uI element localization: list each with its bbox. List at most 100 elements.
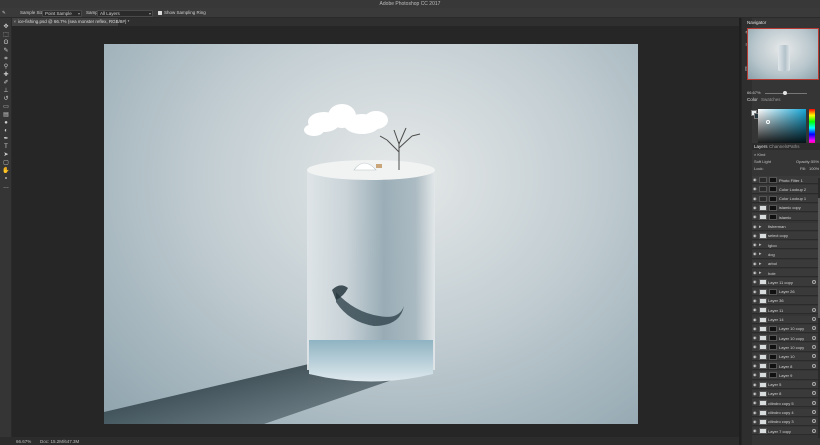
blend-mode-dropdown[interactable]: Soft Light <box>754 159 771 164</box>
layer-mask-thumbnail[interactable] <box>769 325 777 332</box>
visibility-eye-icon[interactable]: ◉ <box>753 400 757 405</box>
layer-thumbnail[interactable] <box>759 363 767 369</box>
layer-effects-icon[interactable] <box>812 400 816 405</box>
layer-effects-icon[interactable] <box>812 335 816 340</box>
hue-slider[interactable] <box>809 109 815 147</box>
layer-effects-icon[interactable] <box>812 419 816 424</box>
tab-swatches[interactable]: Swatches <box>761 97 781 102</box>
layer-row[interactable]: ◉ Photo Filter 1 <box>752 176 820 185</box>
layer-row[interactable]: ◉ Layer 11 <box>752 306 820 315</box>
layer-row[interactable]: ◉ Layer 14 <box>752 315 820 324</box>
visibility-eye-icon[interactable]: ◉ <box>753 279 757 284</box>
visibility-eye-icon[interactable]: ◉ <box>753 186 757 191</box>
visibility-eye-icon[interactable]: ◉ <box>753 270 757 275</box>
quick-select-icon[interactable]: ✎ <box>2 48 10 55</box>
sample-dropdown[interactable]: All Layers <box>97 9 153 17</box>
layer-mask-thumbnail[interactable] <box>769 204 777 211</box>
type-icon[interactable]: T <box>2 144 10 151</box>
visibility-eye-icon[interactable]: ◉ <box>753 363 757 368</box>
layer-mask-thumbnail[interactable] <box>769 177 777 183</box>
navigator-zoom-value[interactable]: 66.67% <box>747 90 761 95</box>
folder-icon[interactable]: ▸ <box>759 270 767 276</box>
layer-thumbnail[interactable] <box>759 186 767 193</box>
visibility-eye-icon[interactable]: ◉ <box>753 298 757 303</box>
visibility-eye-icon[interactable]: ◉ <box>753 289 757 294</box>
layer-row[interactable]: ◉ Layer 5 <box>752 380 820 389</box>
layer-thumbnail[interactable] <box>759 428 767 435</box>
layer-row[interactable]: ◉ Layer 11 copy <box>752 278 820 287</box>
opacity-value[interactable]: 55% <box>811 159 819 164</box>
layer-row[interactable]: ◉ Color Lookup 1 <box>752 194 820 203</box>
layer-effects-icon[interactable] <box>812 279 816 284</box>
visibility-eye-icon[interactable]: ◉ <box>753 242 757 247</box>
layer-effects-icon[interactable] <box>812 307 816 312</box>
move-icon[interactable]: ✥ <box>2 24 10 31</box>
visibility-eye-icon[interactable]: ◉ <box>753 372 757 377</box>
eraser-icon[interactable]: ▭ <box>2 104 10 111</box>
layer-row[interactable]: ◉ islamic <box>752 213 820 222</box>
visibility-eye-icon[interactable]: ◉ <box>753 251 757 256</box>
layer-mask-thumbnail[interactable] <box>769 214 777 221</box>
folder-icon[interactable]: ▸ <box>759 224 767 230</box>
zoom-icon[interactable]: ⚬ <box>2 176 10 183</box>
navigator-zoom-knob[interactable] <box>783 90 787 95</box>
layer-thumbnail[interactable] <box>759 195 767 202</box>
layer-row[interactable]: ◉ Layer 36 <box>752 296 820 306</box>
eyedropper-icon[interactable]: ⚲ <box>2 64 10 71</box>
layer-row[interactable]: ◉ ▸ dog <box>752 250 820 259</box>
folder-icon[interactable]: ▸ <box>759 261 767 267</box>
visibility-eye-icon[interactable]: ◉ <box>753 344 757 349</box>
lasso-icon[interactable]: ʘ <box>2 40 10 47</box>
visibility-eye-icon[interactable]: ◉ <box>753 382 757 387</box>
layer-thumbnail[interactable] <box>759 214 767 221</box>
layer-row[interactable]: ◉ select copy <box>752 231 820 241</box>
layer-thumbnail[interactable] <box>759 325 767 332</box>
document-info[interactable]: Doc: 15.2M/647.3M <box>40 439 79 444</box>
tab-layers[interactable]: Layers <box>754 144 768 149</box>
layer-row[interactable]: ◉ Layer 8 <box>752 389 820 399</box>
layer-row[interactable]: ◉ Layer 10 <box>752 352 820 361</box>
hand-icon[interactable]: ✋ <box>2 168 10 175</box>
visibility-eye-icon[interactable]: ◉ <box>753 391 757 396</box>
layer-effects-icon[interactable] <box>812 326 816 331</box>
layer-effects-icon[interactable] <box>812 428 816 433</box>
history-brush-icon[interactable]: ↺ <box>2 96 10 103</box>
layer-thumbnail[interactable] <box>759 297 767 304</box>
navigator-preview[interactable] <box>747 28 819 80</box>
layer-thumbnail[interactable] <box>759 288 767 295</box>
layer-thumbnail[interactable] <box>759 232 767 239</box>
path-select-icon[interactable]: ➤ <box>2 152 10 159</box>
layer-row[interactable]: ◉ ▸ fisherman <box>752 222 820 231</box>
layer-mask-thumbnail[interactable] <box>769 353 777 360</box>
blur-icon[interactable]: ● <box>2 120 10 127</box>
layer-mask-thumbnail[interactable] <box>769 344 777 351</box>
visibility-eye-icon[interactable]: ◉ <box>753 307 757 312</box>
dodge-icon[interactable]: ◐ <box>2 128 10 135</box>
close-tab-icon[interactable]: × <box>14 18 17 26</box>
navigator-panel-title[interactable]: Navigator <box>747 20 766 25</box>
layer-row[interactable]: ◉ Layer 10 copy <box>752 334 820 343</box>
visibility-eye-icon[interactable]: ◉ <box>753 335 757 340</box>
brush-icon[interactable]: ✐ <box>2 80 10 87</box>
zoom-level[interactable]: 66.67% <box>16 439 31 444</box>
visibility-eye-icon[interactable]: ◉ <box>753 326 757 331</box>
layer-row[interactable]: ◉ cilindro copy 3 <box>752 417 820 427</box>
filter-kind[interactable]: Kind <box>757 152 765 157</box>
stamp-icon[interactable]: ⊥ <box>2 88 10 95</box>
tab-paths[interactable]: Paths <box>788 144 800 149</box>
layer-row[interactable]: ◉ Layer 10 copy <box>752 324 820 334</box>
visibility-eye-icon[interactable]: ◉ <box>753 233 757 238</box>
layer-thumbnail[interactable] <box>759 353 767 360</box>
layer-mask-thumbnail[interactable] <box>769 288 777 295</box>
folder-icon[interactable]: ▸ <box>759 242 767 248</box>
visibility-eye-icon[interactable]: ◉ <box>753 205 757 210</box>
layer-row[interactable]: ◉ Layer 26 <box>752 287 820 296</box>
layer-row[interactable]: ◉ Layer 10 copy <box>752 343 820 352</box>
layer-row[interactable]: ◉ Layer 7 copy <box>752 427 820 436</box>
layer-row[interactable]: ◉ Layer 8 <box>752 362 820 371</box>
visibility-eye-icon[interactable]: ◉ <box>753 214 757 219</box>
visibility-eye-icon[interactable]: ◉ <box>753 177 757 182</box>
layer-thumbnail[interactable] <box>759 390 767 397</box>
document-artwork[interactable] <box>104 44 638 424</box>
layer-thumbnail[interactable] <box>759 400 767 407</box>
